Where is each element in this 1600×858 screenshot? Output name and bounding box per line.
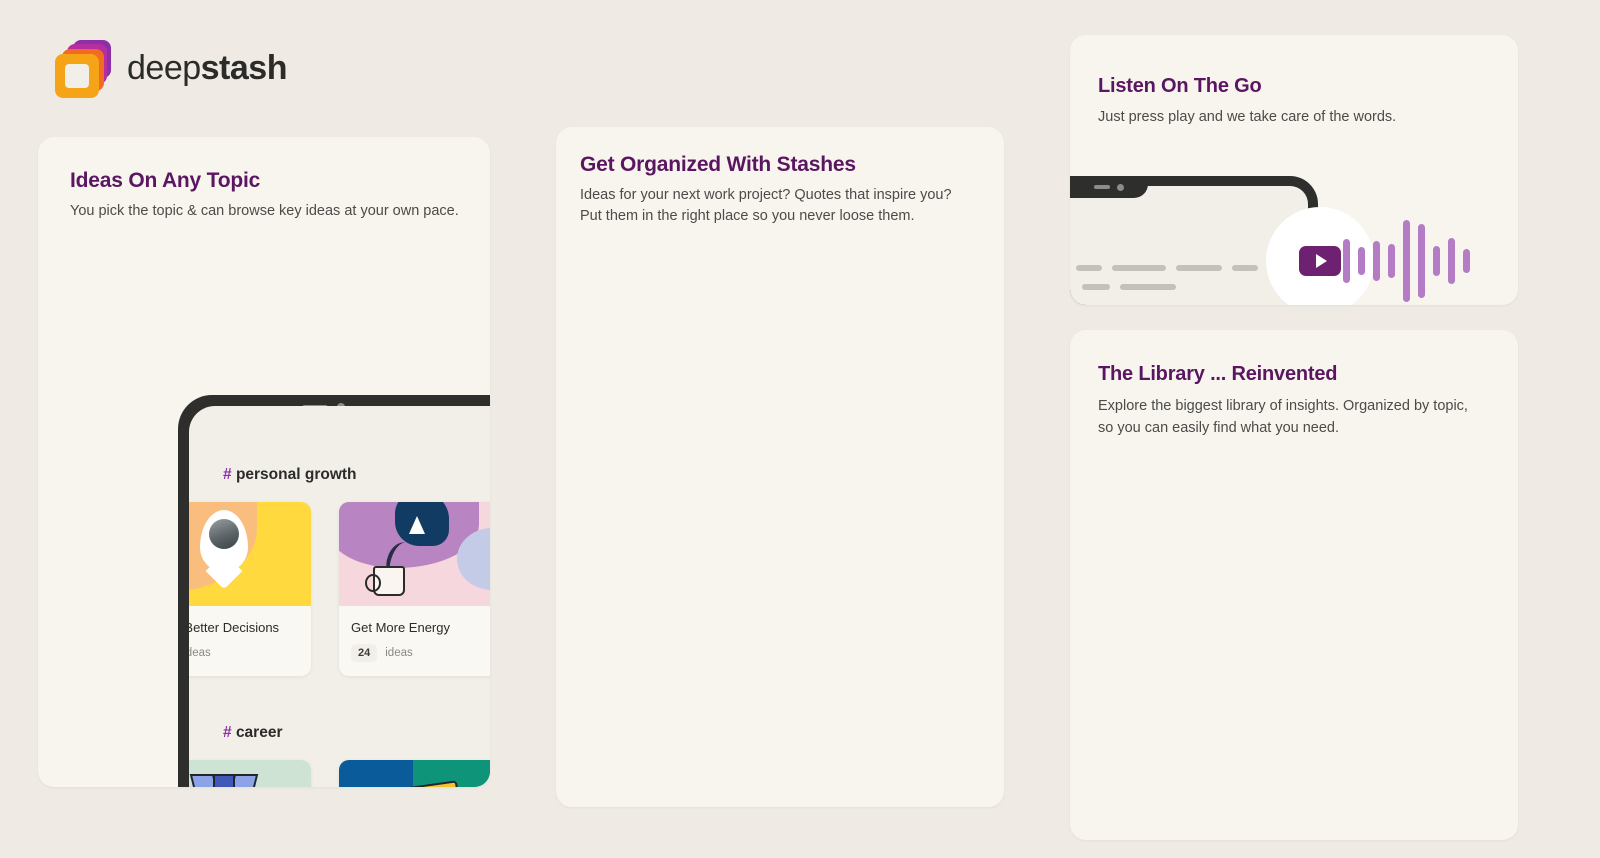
stashes-subtitle-line1: Ideas for your next work project? Quotes… <box>580 187 952 203</box>
idea-card-title: Get More Energy <box>351 620 450 635</box>
brand-logo[interactable]: deepstash <box>55 40 287 98</box>
play-button-icon[interactable] <box>1299 246 1341 276</box>
wordmark: deepstash <box>127 49 287 88</box>
laptop-art-icon <box>339 760 490 787</box>
page-root: deepstash Ideas On Any Topic You pick th… <box>0 0 1600 858</box>
library-title: The Library ... Reinvented <box>1098 363 1338 385</box>
ideas-title: Ideas On Any Topic <box>70 169 261 192</box>
tag-heading-personal-growth[interactable]: # personal growth <box>223 466 357 484</box>
panel-listen-on-the-go: Listen On The Go Just press play and we … <box>1070 35 1518 305</box>
placeholder-text-row <box>1076 265 1258 271</box>
ideas-subtitle: You pick the topic & can browse key idea… <box>70 203 459 219</box>
idea-card[interactable]: Get More Energy 24 ideas <box>339 502 490 676</box>
idea-card-meta: 24 ideas <box>339 636 490 676</box>
tag-label: career <box>235 724 283 741</box>
coffee-lightning-art-icon <box>339 502 490 606</box>
panel-get-organized-with-stashes: Get Organized With Stashes Ideas for you… <box>556 127 1004 807</box>
stashes-subtitle-line2: Put them in the right place so you never… <box>580 208 915 225</box>
stashes-title: Get Organized With Stashes <box>580 153 856 176</box>
placeholder-text-row <box>1082 284 1176 290</box>
stacked-squares-logo-icon <box>55 40 111 98</box>
tag-heading-career[interactable]: # career <box>223 724 282 742</box>
hash-symbol: # <box>223 724 232 741</box>
phone-notch <box>1070 176 1148 198</box>
stashes-subtitle: Ideas for your next work project? Quotes… <box>580 185 952 227</box>
idea-count-label: ideas <box>189 646 211 659</box>
idea-count: 24 <box>351 643 378 662</box>
map-pin-photo-art-icon <box>189 502 311 606</box>
idea-card-title: Make Better Decisions <box>189 620 280 635</box>
listen-title: Listen On The Go <box>1098 75 1262 97</box>
phone-mockup-ideas: # personal growth Make Better Decisions … <box>178 395 490 787</box>
panel-ideas-on-any-topic: Ideas On Any Topic You pick the topic & … <box>38 137 490 787</box>
panel-the-library-reinvented: The Library ... Reinvented Explore the b… <box>1070 330 1518 840</box>
library-subtitle: Explore the biggest library of insights.… <box>1098 398 1468 436</box>
idea-card-meta: 10 ideas <box>189 636 311 676</box>
wordmark-bold: stash <box>200 48 288 87</box>
medal-art-icon: ✛ ✛ ✛ <box>189 760 311 787</box>
speaker-bar-icon <box>1094 185 1110 189</box>
idea-count-label: ideas <box>385 646 413 659</box>
listen-subtitle: Just press play and we take care of the … <box>1098 109 1397 125</box>
wordmark-light: deep <box>127 48 201 87</box>
tag-label: personal growth <box>235 466 357 483</box>
idea-card[interactable]: Make Remote Work , Work 19 ideas <box>339 760 490 787</box>
phone-screen: # personal growth Make Better Decisions … <box>189 406 490 787</box>
idea-card[interactable]: Make Better Decisions 10 ideas <box>189 502 311 676</box>
idea-card[interactable]: ✛ ✛ ✛ Master The Art Of Leadership 31 id… <box>189 760 311 787</box>
audio-waveform <box>1343 213 1470 305</box>
hash-symbol: # <box>223 466 232 483</box>
camera-dot-icon <box>1117 183 1124 191</box>
